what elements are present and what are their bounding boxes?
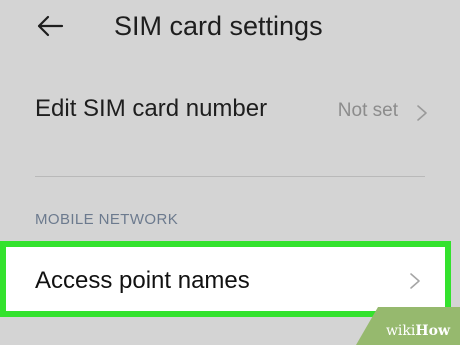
sim-card-number-value: Not set: [337, 100, 398, 121]
mobile-network-section-heading: MOBILE NETWORK: [35, 211, 179, 228]
chevron-right-icon: [410, 273, 420, 289]
access-point-names-label: Access point names: [35, 267, 250, 294]
watermark-suffix: How: [415, 323, 450, 339]
wikihow-watermark: wikiHow: [356, 307, 460, 345]
arrow-left-icon: [37, 15, 64, 37]
back-button[interactable]: [28, 8, 72, 44]
top-app-bar: SIM card settings: [0, 0, 460, 56]
watermark-prefix: wiki: [385, 323, 416, 339]
watermark-text: wikiHow: [386, 323, 450, 339]
page-title: SIM card settings: [114, 11, 323, 41]
access-point-names-row[interactable]: Access point names: [0, 241, 451, 317]
sim-settings-screen: SIM card settings Edit SIM card number N…: [0, 0, 460, 345]
section-divider: [35, 176, 425, 177]
edit-sim-card-number-row[interactable]: Edit SIM card number Not set: [0, 84, 460, 142]
chevron-right-icon: [417, 105, 427, 121]
edit-sim-card-number-label: Edit SIM card number: [35, 95, 268, 122]
